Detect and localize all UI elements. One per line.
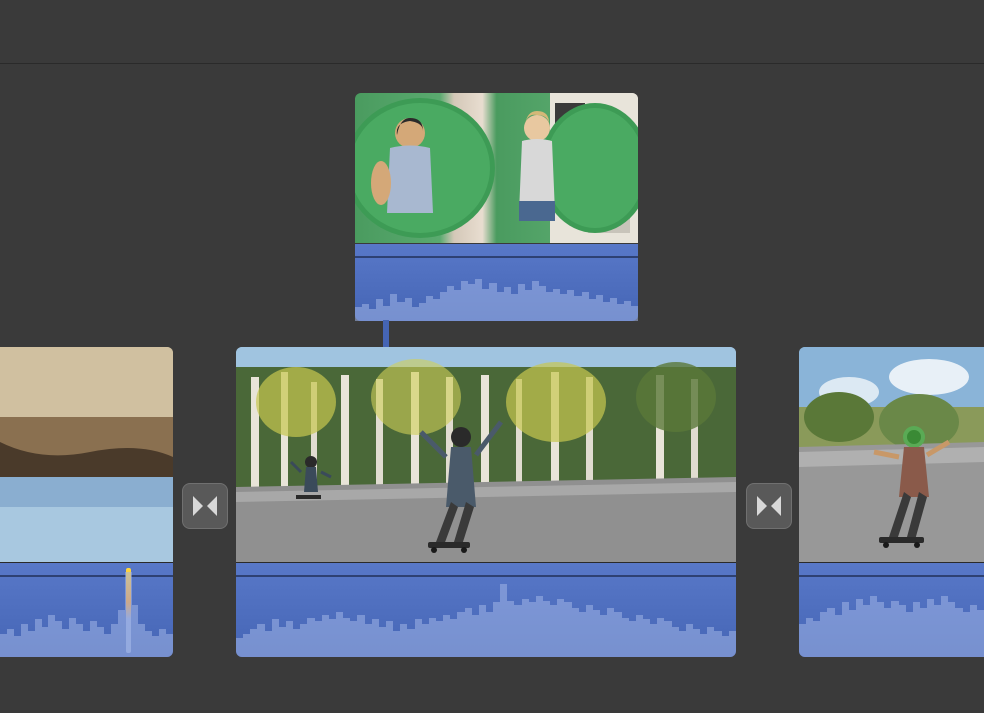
clip-audio-track[interactable] bbox=[236, 562, 736, 657]
timeline-clip-2[interactable] bbox=[236, 347, 736, 657]
timeline-clip-1[interactable] bbox=[0, 347, 173, 657]
audio-waveform bbox=[355, 244, 638, 321]
transition-2[interactable] bbox=[747, 484, 791, 528]
clip-audio-track[interactable] bbox=[799, 562, 984, 657]
main-video-track bbox=[0, 347, 984, 657]
timeline-clip-3[interactable] bbox=[799, 347, 984, 657]
clip-audio-track[interactable] bbox=[0, 562, 173, 657]
overlay-clip-video-thumbnail[interactable] bbox=[355, 93, 638, 243]
transition-icon bbox=[755, 492, 783, 520]
timeline-divider bbox=[0, 63, 984, 64]
clip-video-thumbnail[interactable] bbox=[0, 347, 173, 562]
transition-1[interactable] bbox=[183, 484, 227, 528]
timeline-container bbox=[0, 0, 984, 713]
audio-waveform bbox=[0, 563, 173, 657]
clip-video-thumbnail[interactable] bbox=[799, 347, 984, 562]
overlay-connector bbox=[383, 320, 389, 348]
overlay-clip-audio-track[interactable] bbox=[355, 243, 638, 321]
transition-icon bbox=[191, 492, 219, 520]
overlay-clip[interactable] bbox=[355, 93, 638, 321]
audio-waveform bbox=[236, 563, 736, 657]
clip-video-thumbnail[interactable] bbox=[236, 347, 736, 562]
audio-waveform bbox=[799, 563, 984, 657]
